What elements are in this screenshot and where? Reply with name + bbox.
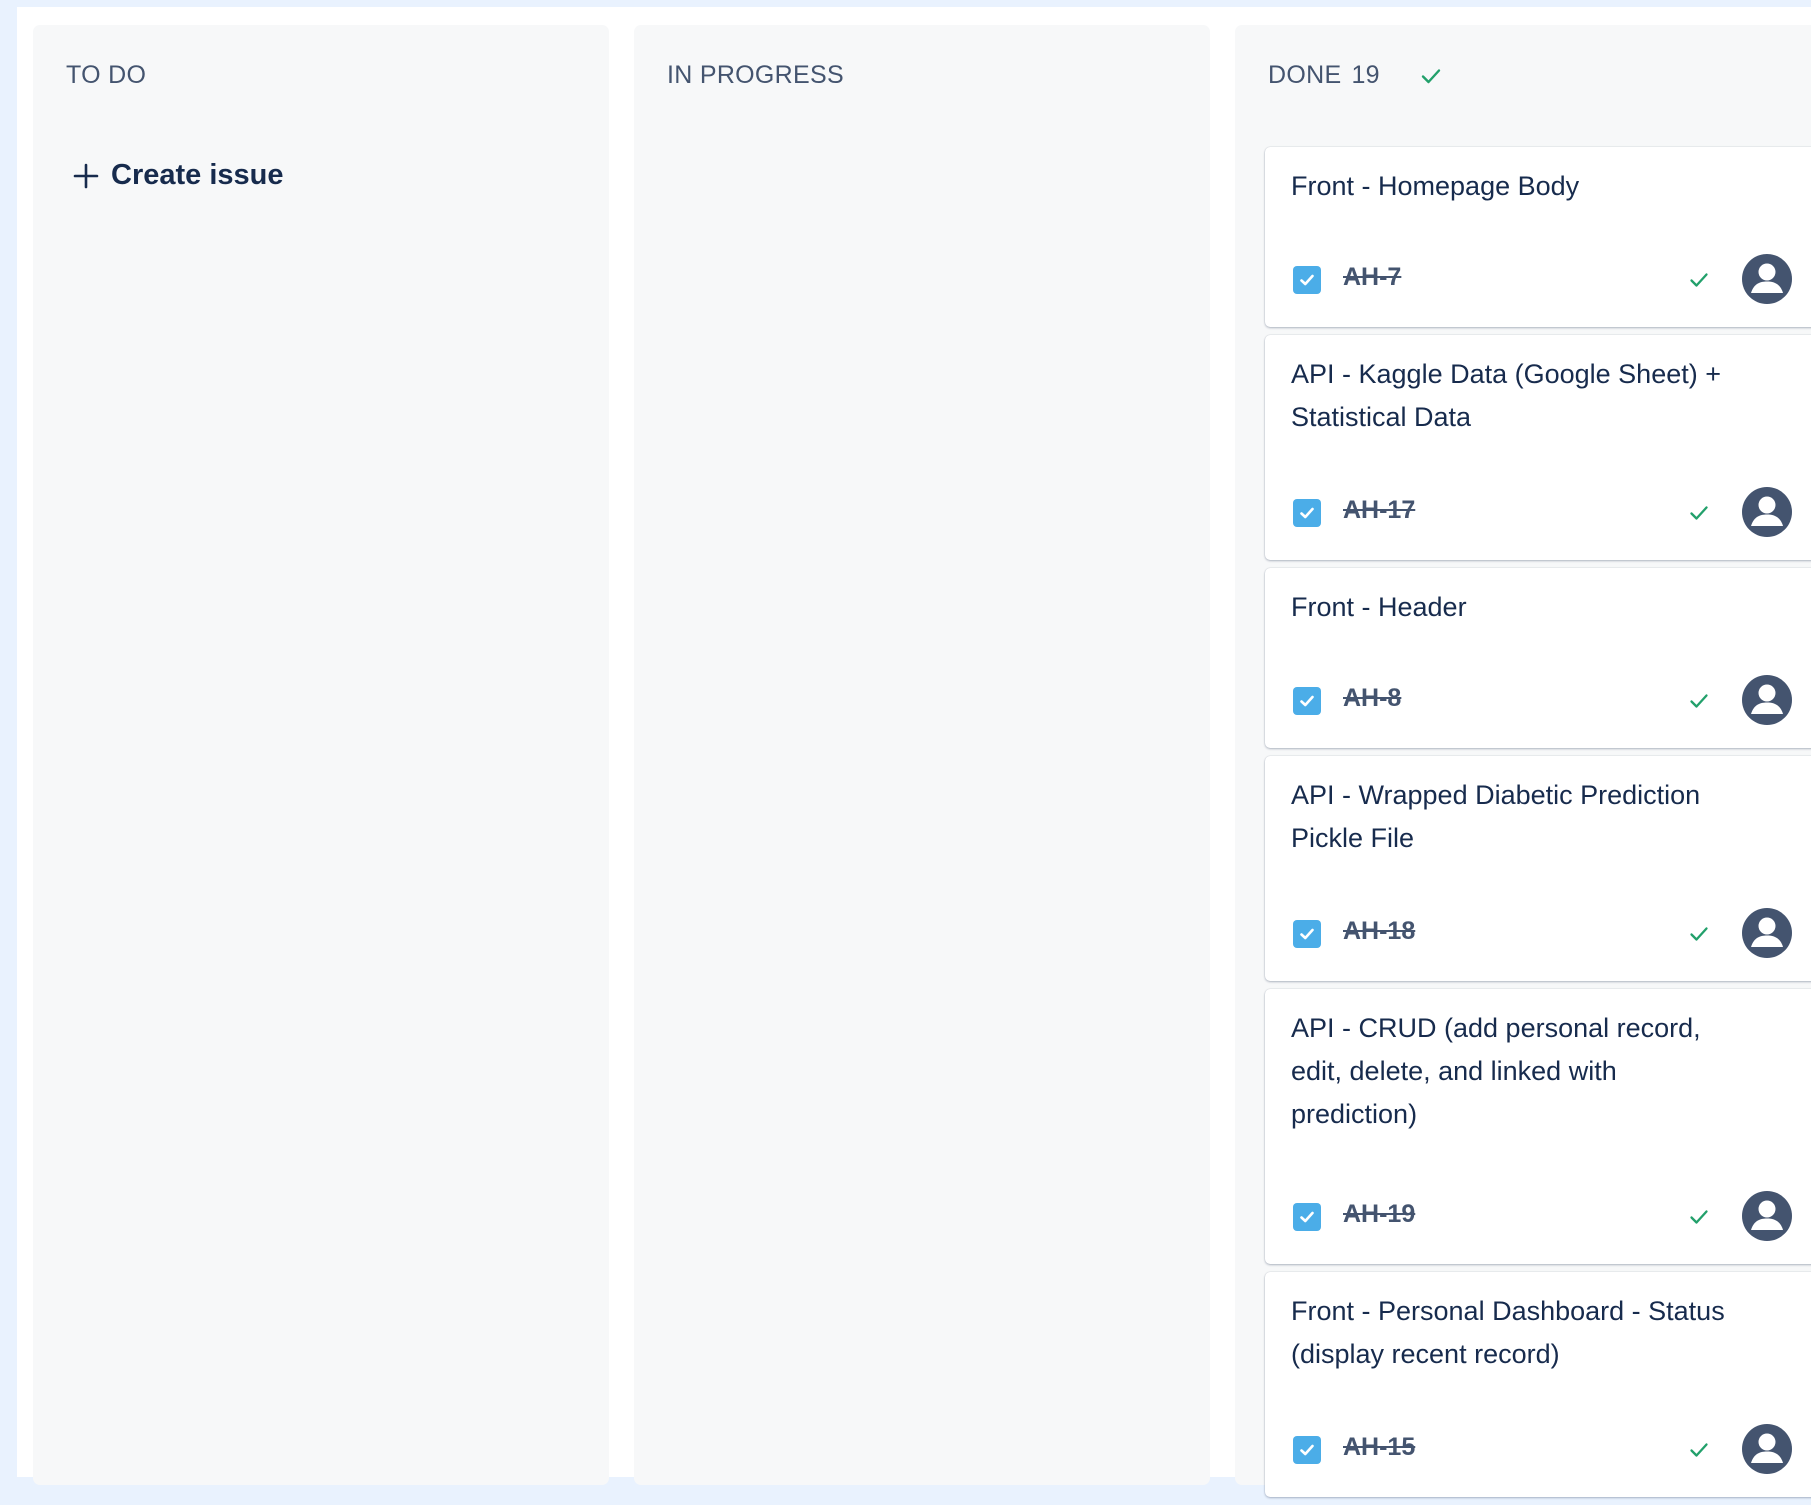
issue-card[interactable]: Front - Personal Dashboard - Status (dis…	[1265, 1272, 1811, 1497]
create-issue-label: Create issue	[111, 159, 284, 191]
issue-summary: Front - Personal Dashboard - Status (dis…	[1291, 1296, 1725, 1369]
user-avatar-icon[interactable]	[1741, 1423, 1793, 1475]
board: TO DO Create issue IN PROGRESS DONE 19 F…	[17, 7, 1811, 1497]
task-checkbox-icon	[1293, 266, 1321, 294]
create-issue-button[interactable]: Create issue	[71, 159, 284, 192]
issue-key[interactable]: AH-18	[1343, 917, 1415, 946]
column-title: IN PROGRESS	[667, 61, 844, 89]
issue-card[interactable]: API - CRUD (add personal record, edit, d…	[1265, 989, 1811, 1264]
issue-key[interactable]: AH-17	[1343, 496, 1415, 525]
issue-summary: API - Kaggle Data (Google Sheet) + Stati…	[1291, 359, 1721, 432]
issue-card-footer: AH-18	[1291, 907, 1793, 959]
user-avatar-icon[interactable]	[1741, 253, 1793, 305]
issue-card-footer: AH-8	[1291, 674, 1793, 726]
issue-card-footer: AH-17	[1291, 486, 1793, 538]
issue-card-footer: AH-19	[1291, 1190, 1793, 1242]
issue-summary: Front - Homepage Body	[1291, 171, 1580, 201]
column-title: DONE	[1268, 61, 1342, 89]
issue-card-footer: AH-15	[1291, 1423, 1793, 1475]
issue-key[interactable]: AH-19	[1343, 1200, 1415, 1229]
check-icon	[1687, 268, 1711, 292]
check-icon	[1687, 1438, 1711, 1462]
issue-key[interactable]: AH-7	[1343, 263, 1401, 292]
check-icon	[1418, 63, 1444, 89]
plus-icon	[71, 161, 101, 191]
issue-card[interactable]: Front - Homepage Body AH-7	[1265, 147, 1811, 327]
column-header-in-progress: IN PROGRESS	[667, 61, 844, 90]
column-done: DONE 19 Front - Homepage Body AH-7 API -…	[1235, 25, 1811, 1497]
task-checkbox-icon	[1293, 1436, 1321, 1464]
issue-card[interactable]: Front - Header AH-8	[1265, 568, 1811, 748]
check-icon	[1687, 689, 1711, 713]
column-header-todo: TO DO	[66, 61, 146, 90]
task-checkbox-icon	[1293, 1203, 1321, 1231]
user-avatar-icon[interactable]	[1741, 1190, 1793, 1242]
issue-summary: API - Wrapped Diabetic Prediction Pickle…	[1291, 780, 1701, 853]
column-issue-count: 19	[1351, 61, 1380, 89]
column-todo: TO DO Create issue	[33, 25, 609, 1485]
user-avatar-icon[interactable]	[1741, 907, 1793, 959]
task-checkbox-icon	[1293, 920, 1321, 948]
issue-card[interactable]: API - Wrapped Diabetic Prediction Pickle…	[1265, 756, 1811, 981]
column-title: TO DO	[66, 61, 147, 89]
column-in-progress: IN PROGRESS	[634, 25, 1210, 1485]
user-avatar-icon[interactable]	[1741, 486, 1793, 538]
issue-key[interactable]: AH-15	[1343, 1433, 1415, 1462]
issue-card-footer: AH-7	[1291, 253, 1793, 305]
check-icon	[1687, 922, 1711, 946]
issue-card[interactable]: API - Kaggle Data (Google Sheet) + Stati…	[1265, 335, 1811, 560]
issue-summary: API - CRUD (add personal record, edit, d…	[1291, 1013, 1701, 1129]
user-avatar-icon[interactable]	[1741, 674, 1793, 726]
task-checkbox-icon	[1293, 499, 1321, 527]
column-header-done: DONE 19	[1268, 61, 1444, 90]
issue-summary: Front - Header	[1291, 592, 1467, 622]
issue-key[interactable]: AH-8	[1343, 684, 1401, 713]
done-card-list: Front - Homepage Body AH-7 API - Kaggle …	[1265, 147, 1811, 1505]
task-checkbox-icon	[1293, 687, 1321, 715]
check-icon	[1687, 501, 1711, 525]
check-icon	[1687, 1205, 1711, 1229]
